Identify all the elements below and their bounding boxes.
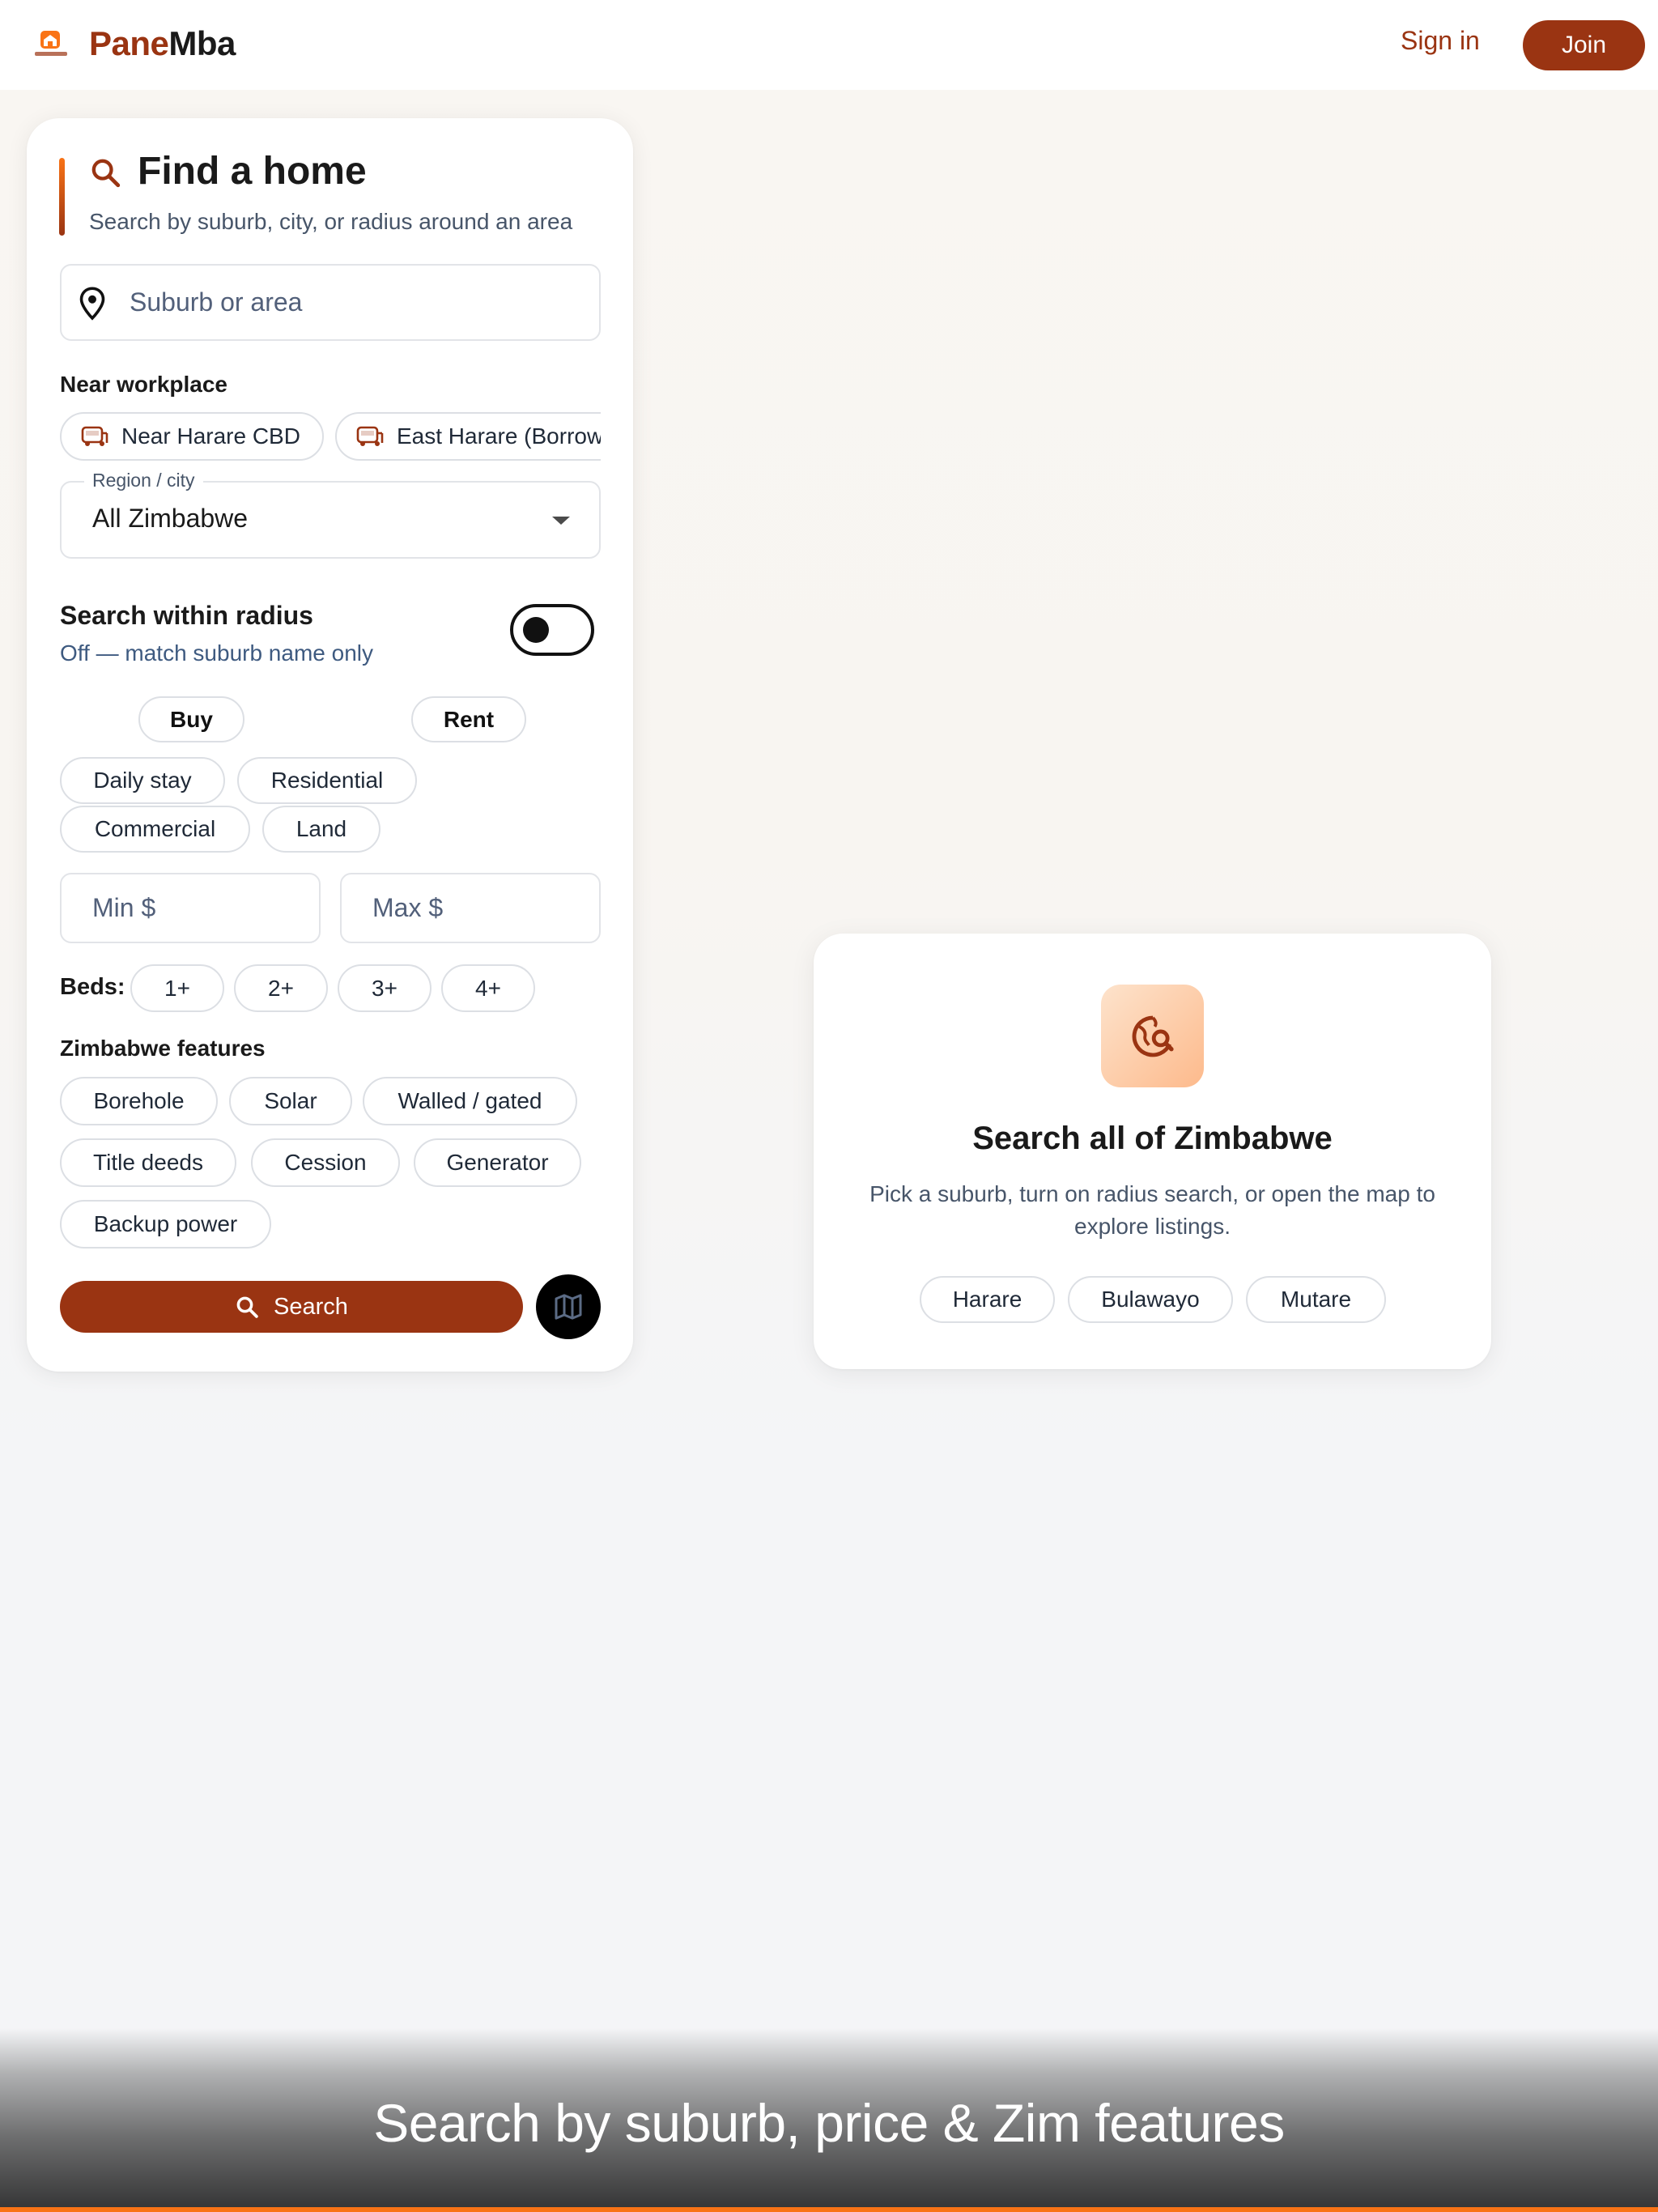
caption-text: Search by suburb, price & Zim features [373, 2093, 1285, 2153]
map-pin-icon [79, 287, 105, 321]
search-button[interactable]: Search [60, 1281, 523, 1333]
beds-chip-2[interactable]: 2+ [234, 964, 328, 1012]
region-label: Region / city [84, 470, 203, 491]
suburb-input[interactable] [130, 280, 583, 325]
sign-in-link[interactable]: Sign in [1401, 26, 1480, 56]
bus-icon [356, 426, 384, 446]
bus-icon [81, 426, 108, 446]
map-button[interactable] [536, 1274, 601, 1339]
workplace-chip-scroller[interactable]: East Harare (Borrow [335, 412, 601, 461]
bottom-accent-line [0, 2207, 1658, 2212]
feature-chip-generator[interactable]: Generator [414, 1138, 581, 1187]
min-price-input[interactable] [92, 887, 303, 928]
map-icon [555, 1294, 582, 1320]
region-value: All Zimbabwe [92, 504, 249, 533]
type-chip-land[interactable]: Land [262, 806, 380, 853]
join-button[interactable]: Join [1523, 20, 1645, 70]
beds-chip-4[interactable]: 4+ [441, 964, 535, 1012]
radius-toggle[interactable] [510, 604, 594, 656]
empty-state-title: Search all of Zimbabwe [972, 1121, 1333, 1156]
city-chip-bulawayo[interactable]: Bulawayo [1068, 1276, 1233, 1323]
top-bar: PaneMba Sign in Join [0, 0, 1658, 90]
feature-chip-borehole[interactable]: Borehole [60, 1077, 218, 1125]
feature-chip-walled-gated[interactable]: Walled / gated [363, 1077, 577, 1125]
type-chip-daily-stay[interactable]: Daily stay [60, 757, 225, 804]
type-chip-residential[interactable]: Residential [237, 757, 417, 804]
search-icon [91, 159, 121, 188]
empty-state-description: Pick a suburb, turn on radius search, or… [869, 1181, 1435, 1239]
panel-subtitle: Search by suburb, city, or radius around… [89, 209, 573, 234]
feature-chip-solar[interactable]: Solar [229, 1077, 352, 1125]
beds-chip-1[interactable]: 1+ [130, 964, 224, 1012]
dropdown-arrow-icon[interactable] [551, 515, 572, 526]
mode-chip-buy[interactable]: Buy [138, 696, 244, 742]
near-workplace-label: Near workplace [60, 372, 227, 397]
brand-name[interactable]: PaneMba [89, 24, 236, 63]
search-icon [236, 1296, 258, 1318]
city-chip-harare[interactable]: Harare [920, 1276, 1055, 1323]
title-accent-bar [59, 158, 65, 236]
empty-state-icon-box [1101, 985, 1204, 1087]
workplace-chip-label: East Harare (Borrow [397, 423, 601, 449]
beds-chip-3[interactable]: 3+ [338, 964, 432, 1012]
radius-label: Search within radius [60, 601, 313, 630]
max-price-input[interactable] [372, 887, 583, 928]
workplace-chip[interactable]: Near Harare CBD [60, 412, 324, 461]
panel-title: Find a home [138, 150, 367, 193]
workplace-chip[interactable]: East Harare (Borrow [335, 412, 601, 461]
workplace-chip-label: Near Harare CBD [121, 423, 300, 449]
brand-name-part2: Mba [168, 24, 236, 62]
feature-chip-backup-power[interactable]: Backup power [60, 1200, 271, 1249]
feature-chip-cession[interactable]: Cession [251, 1138, 400, 1187]
brand-name-part1: Pane [89, 24, 169, 62]
type-chip-commercial[interactable]: Commercial [60, 806, 250, 853]
beds-label: Beds: [60, 974, 125, 1000]
home-logo-icon[interactable] [32, 28, 71, 62]
mode-chip-rent[interactable]: Rent [411, 696, 526, 742]
radius-status: Off — match suburb name only [60, 640, 373, 666]
globe-search-icon [1132, 1015, 1174, 1057]
toggle-knob [523, 617, 549, 643]
feature-chip-title-deeds[interactable]: Title deeds [60, 1138, 236, 1187]
city-chip-mutare[interactable]: Mutare [1246, 1276, 1386, 1323]
search-button-label: Search [274, 1293, 348, 1320]
features-label: Zimbabwe features [60, 1036, 266, 1061]
